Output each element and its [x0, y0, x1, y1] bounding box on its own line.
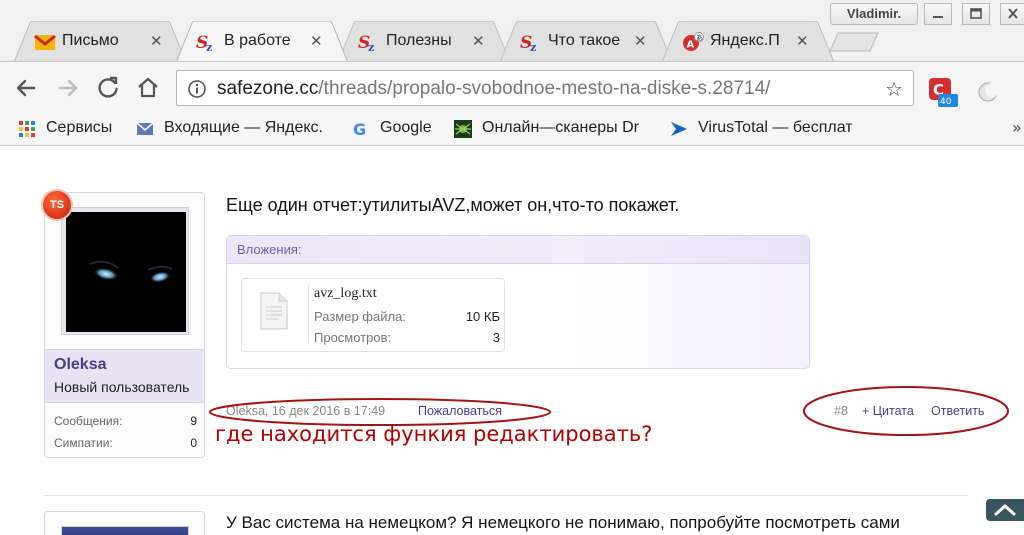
bookmark-label: Сервисы — [46, 119, 113, 136]
svg-text:40: 40 — [940, 97, 952, 107]
chevron-up-icon — [994, 504, 1016, 516]
bookmark-label: Google — [380, 119, 432, 136]
annotation-text: где находится функия редактировать? — [215, 422, 653, 446]
safezone-icon: Sz — [520, 33, 536, 52]
google-icon: G — [353, 120, 366, 138]
next-post-user-block — [44, 511, 205, 535]
profile-button[interactable]: Vladimir. — [830, 3, 918, 25]
url-text[interactable]: safezone.cc/threads/propalo-svobodnoe-me… — [217, 78, 770, 100]
safezone-icon: Sz — [196, 33, 212, 52]
tab-title: Полезны — [386, 32, 452, 49]
close-window-button[interactable] — [1000, 3, 1024, 25]
bookmark-services[interactable]: Сервисы — [18, 118, 128, 140]
next-post-message: У Вас система на немецком? Я немецкого н… — [226, 513, 900, 532]
svg-text:G: G — [353, 120, 366, 138]
yandex-translate-icon: Aあ — [683, 32, 704, 51]
bookmark-label: Онлайн—сканеры Dr — [482, 119, 639, 136]
bookmark-inbox[interactable]: Входящие — Яндекс. — [136, 118, 340, 140]
mail-icon — [136, 122, 154, 135]
drweb-spider-icon — [454, 120, 472, 138]
scroll-to-top-button[interactable] — [986, 499, 1024, 521]
close-tab-icon[interactable]: ✕ — [796, 32, 809, 50]
page-content: TS Oleksa Новый пользователь Сообщения: … — [0, 147, 1024, 535]
more-bookmarks-icon[interactable]: » — [1012, 118, 1022, 137]
home-icon[interactable] — [134, 74, 162, 102]
bookmark-label: VirusTotal — бесплат — [698, 119, 853, 136]
reload-icon[interactable] — [94, 74, 122, 102]
address-bar[interactable]: safezone.cc/threads/propalo-svobodnoe-me… — [176, 70, 914, 106]
close-tab-icon[interactable]: ✕ — [634, 32, 647, 50]
tab-yandex[interactable]: Aあ Яндекс.П ✕ — [662, 21, 834, 62]
back-arrow-icon[interactable] — [12, 74, 40, 102]
tab-title: Что такое — [548, 32, 621, 49]
bookmark-label: Входящие — Яндекс. — [164, 119, 323, 136]
extension-moon-icon[interactable] — [976, 80, 1000, 104]
tab-title: Письмо — [62, 32, 119, 49]
close-window-icon — [1008, 8, 1018, 19]
forward-arrow-icon[interactable] — [54, 74, 82, 102]
mail-icon — [34, 34, 56, 50]
close-tab-icon[interactable]: ✕ — [150, 32, 163, 50]
annotation-ellipses — [209, 386, 1009, 436]
tab-mail[interactable]: Письмо ✕ — [14, 21, 186, 62]
virustotal-icon — [671, 122, 687, 136]
tab-strip: Письмо ✕ Sz Полезны ✕ Sz Что такое ✕ Aあ … — [0, 0, 1024, 63]
new-tab-button[interactable] — [828, 31, 880, 53]
close-tab-icon[interactable]: ✕ — [472, 32, 485, 50]
minimize-button[interactable] — [924, 3, 952, 25]
post-divider — [44, 495, 968, 496]
extension-c-icon: C40 — [929, 78, 958, 107]
bookmark-star-icon[interactable]: ☆ — [885, 77, 903, 101]
close-tab-icon[interactable]: ✕ — [310, 32, 323, 50]
tab-title: Яндекс.П — [710, 32, 780, 49]
bookmark-virustotal[interactable]: VirusTotal — бесплат — [670, 118, 870, 140]
bookmark-google[interactable]: G Google — [352, 118, 444, 140]
restore-button[interactable] — [962, 3, 990, 25]
tab-in-progress[interactable]: Sz В работе ✕ — [176, 21, 348, 63]
tab-useful[interactable]: Sz Полезны ✕ — [338, 21, 510, 62]
url-path: /threads/propalo-svobodnoe-mesto-na-disk… — [318, 78, 771, 99]
info-icon[interactable] — [187, 79, 207, 99]
restore-icon — [970, 8, 982, 19]
url-host: safezone.cc — [217, 78, 319, 99]
bookmark-online-scanners[interactable]: Онлайн—сканеры Dr — [454, 118, 660, 140]
tab-title: В работе — [224, 32, 291, 49]
svg-text:z: z — [368, 41, 374, 52]
apps-grid-icon — [19, 121, 35, 137]
bookmarks-bar: Сервисы Входящие — Яндекс. G Google Онла… — [0, 114, 1024, 146]
tab-what-is[interactable]: Sz Что такое ✕ — [500, 21, 672, 62]
svg-text:z: z — [206, 41, 212, 52]
avatar[interactable] — [61, 526, 189, 535]
svg-text:あ: あ — [696, 34, 703, 42]
svg-text:A: A — [687, 40, 695, 51]
svg-text:z: z — [530, 41, 536, 52]
browser-toolbar: safezone.cc/threads/propalo-svobodnoe-me… — [0, 62, 1024, 114]
safezone-icon: Sz — [358, 33, 374, 52]
extension-button[interactable]: C 40 — [928, 77, 958, 107]
minimize-icon — [933, 16, 943, 18]
